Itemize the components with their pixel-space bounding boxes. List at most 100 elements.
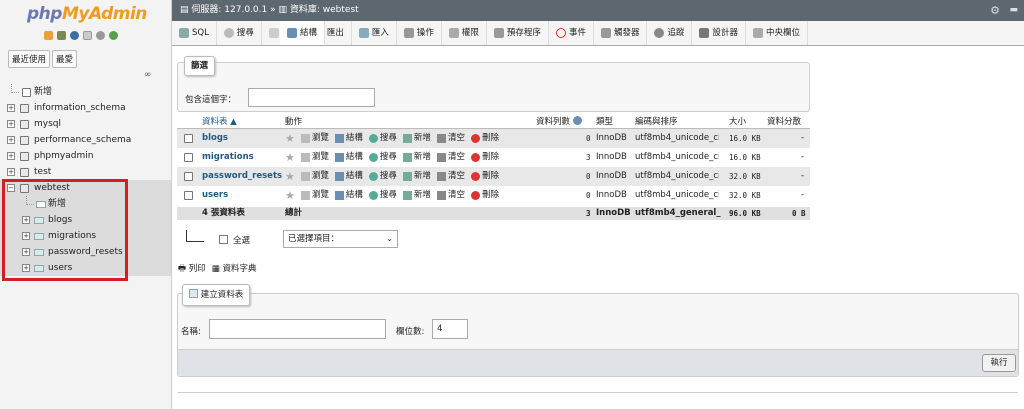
drop-action[interactable]: 刪除 [470, 186, 499, 205]
drop-action[interactable]: 刪除 [470, 148, 499, 167]
tab-central-columns[interactable]: 中央欄位 [746, 21, 809, 45]
structure-action[interactable]: 結構 [334, 129, 363, 148]
row-size[interactable]: 16.0 KB [729, 148, 761, 167]
create-table-action-bar [178, 349, 1018, 376]
expand-icon[interactable]: + [7, 152, 15, 160]
settings-gear-icon[interactable]: ⚙ [990, 0, 1000, 21]
select-all-label[interactable]: 全選 [233, 234, 250, 246]
row-checkbox[interactable] [184, 172, 193, 181]
with-selected-dropdown[interactable]: 已選擇項目： ⌄ [283, 230, 398, 248]
table-name-input[interactable] [209, 319, 386, 339]
row-size[interactable]: 16.0 KB [729, 129, 761, 148]
row-checkbox[interactable] [184, 153, 193, 162]
recent-tab[interactable]: 最近使用 [8, 50, 51, 68]
table-name-link[interactable]: migrations [202, 148, 254, 167]
tab-triggers[interactable]: 觸發器 [594, 21, 648, 45]
expand-icon[interactable]: + [7, 104, 15, 112]
col-header-collation[interactable]: 編碼與排序 [635, 116, 678, 129]
tab-structure[interactable]: 結構 [280, 21, 326, 45]
tree-db-phpmyadmin[interactable]: + phpmyadmin [0, 148, 171, 164]
logout-icon[interactable] [57, 31, 66, 40]
insert-action[interactable]: 新增 [402, 167, 431, 186]
drop-action[interactable]: 刪除 [470, 129, 499, 148]
go-button[interactable]: 執行 [982, 354, 1016, 372]
empty-action[interactable]: 清空 [436, 186, 465, 205]
table-name-link[interactable]: users [202, 186, 228, 205]
row-size[interactable]: 32.0 KB [729, 186, 761, 205]
structure-action[interactable]: 結構 [334, 167, 363, 186]
reload-icon[interactable] [109, 31, 118, 40]
select-all-checkbox[interactable] [219, 235, 228, 244]
filter-input[interactable] [248, 88, 375, 107]
tab-events[interactable]: 事件 [549, 21, 594, 45]
browse-action[interactable]: 瀏覽 [300, 167, 329, 186]
expand-icon[interactable]: + [7, 168, 15, 176]
settings-icon[interactable] [96, 31, 105, 40]
home-icon[interactable] [44, 31, 53, 40]
browse-action[interactable]: 瀏覽 [300, 148, 329, 167]
tab-import[interactable]: 匯入 [352, 21, 397, 45]
browse-action[interactable]: 瀏覽 [300, 186, 329, 205]
col-header-type[interactable]: 類型 [596, 116, 613, 129]
tab-search[interactable]: 搜尋 [217, 21, 262, 45]
row-type: InnoDB [596, 133, 627, 143]
tab-sql[interactable]: SQL [172, 21, 217, 45]
row-size[interactable]: 32.0 KB [729, 167, 761, 186]
tree-db-performance-schema[interactable]: + performance_schema [0, 132, 171, 148]
favorite-star-icon[interactable]: ★ [285, 186, 295, 205]
expand-icon[interactable]: + [7, 136, 15, 144]
search-action[interactable]: 搜尋 [368, 148, 397, 167]
insert-action[interactable]: 新增 [402, 129, 431, 148]
col-header-rows[interactable]: 資料列數 [536, 116, 582, 129]
query-icon [268, 28, 279, 38]
print-icon: 🖶 [178, 264, 187, 274]
expand-icon[interactable]: + [7, 120, 15, 128]
insert-action[interactable]: 新增 [402, 186, 431, 205]
phpmyadmin-logo[interactable]: phpMyAdmin [27, 4, 147, 24]
empty-action[interactable]: 清空 [436, 148, 465, 167]
help-icon[interactable] [572, 116, 582, 125]
search-action[interactable]: 搜尋 [368, 167, 397, 186]
search-action[interactable]: 搜尋 [368, 129, 397, 148]
insert-action[interactable]: 新增 [402, 148, 431, 167]
row-checkbox[interactable] [184, 191, 193, 200]
favorite-star-icon[interactable]: ★ [285, 167, 295, 186]
browse-action[interactable]: 瀏覽 [300, 129, 329, 148]
tree-new-db[interactable]: 新增 [0, 84, 171, 100]
breadcrumb-database[interactable]: 資料庫: webtest [290, 5, 359, 15]
table-name-link[interactable]: password_resets [202, 167, 282, 186]
link-icon[interactable]: ∞ [144, 70, 152, 80]
search-action[interactable]: 搜尋 [368, 186, 397, 205]
browse-icon [300, 191, 310, 200]
tab-routines[interactable]: 預存程序 [487, 21, 549, 45]
collapse-panel-icon[interactable]: ▬ [1009, 0, 1018, 21]
select-arrow-icon [186, 230, 204, 242]
print-link[interactable]: 🖶 列印 [178, 262, 206, 277]
empty-action[interactable]: 清空 [436, 167, 465, 186]
empty-action[interactable]: 清空 [436, 129, 465, 148]
tree-db-information-schema[interactable]: + information_schema [0, 100, 171, 116]
row-checkbox[interactable] [184, 134, 193, 143]
favorite-star-icon[interactable]: ★ [285, 148, 295, 167]
row-actions: ★ 瀏覽 結構 搜尋 新增 清空 刪除 [285, 167, 499, 186]
column-count-input[interactable]: 4 [432, 319, 468, 339]
favorite-star-icon[interactable]: ★ [285, 129, 295, 148]
structure-action[interactable]: 結構 [334, 186, 363, 205]
data-dictionary-link[interactable]: ▦ 資料字典 [212, 262, 257, 277]
structure-action[interactable]: 結構 [334, 148, 363, 167]
docs-icon[interactable] [83, 31, 92, 40]
col-header-name[interactable]: 資料表 ▲ [202, 116, 237, 129]
favorite-tab[interactable]: 最愛 [52, 50, 78, 68]
drop-action[interactable]: 刪除 [470, 167, 499, 186]
help-icon[interactable] [70, 31, 79, 40]
tab-tracking[interactable]: 追蹤 [647, 21, 693, 45]
tab-privileges[interactable]: 權限 [442, 21, 487, 45]
table-name-link[interactable]: blogs [202, 129, 228, 148]
breadcrumb-server[interactable]: 伺服器: 127.0.0.1 [191, 5, 267, 15]
tab-designer[interactable]: 設計器 [692, 21, 746, 45]
tab-operations[interactable]: 操作 [397, 21, 442, 45]
col-header-overhead[interactable]: 資料分散 [767, 116, 801, 129]
tree-db-mysql[interactable]: + mysql [0, 116, 171, 132]
tree-db-test[interactable]: + test [0, 164, 171, 180]
col-header-size[interactable]: 大小 [729, 116, 746, 129]
